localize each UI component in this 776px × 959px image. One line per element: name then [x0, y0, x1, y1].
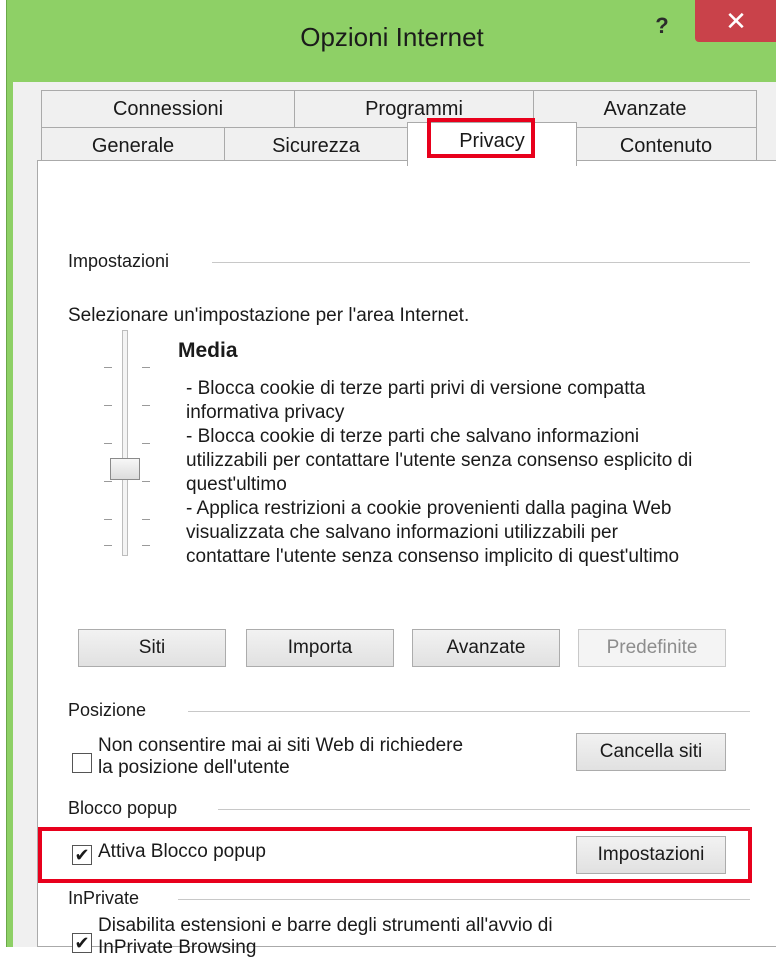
description-line: informativa privacy — [186, 402, 345, 423]
section-divider — [178, 899, 750, 900]
sites-button[interactable]: Siti — [78, 629, 226, 667]
title-bar[interactable]: Opzioni Internet ? ✕ — [7, 0, 776, 82]
settings-section-label: Impostazioni — [68, 251, 170, 272]
slider-tick — [104, 519, 112, 520]
description-line: utilizzabili per contattare l'utente sen… — [186, 450, 693, 471]
close-button[interactable]: ✕ — [695, 0, 776, 42]
default-button[interactable]: Predefinite — [578, 629, 726, 667]
settings-instruction: Selezionare un'impostazione per l'area I… — [68, 305, 470, 326]
description-line: quest'ultimo — [186, 474, 287, 495]
slider-tick — [142, 405, 150, 406]
advanced-button[interactable]: Avanzate — [412, 629, 560, 667]
description-line: contattare l'utente senza consenso impli… — [186, 546, 680, 567]
popup-checkbox[interactable]: ✔ — [72, 845, 92, 865]
slider-tick — [142, 443, 150, 444]
privacy-panel: Impostazioni Selezionare un'impostazione… — [37, 160, 776, 958]
description-line: - Applica restrizioni a cookie provenien… — [186, 498, 672, 519]
popup-section-label: Blocco popup — [68, 798, 178, 819]
location-label-line: la posizione dell'utente — [98, 757, 290, 778]
slider-tick — [142, 545, 150, 546]
section-divider — [188, 711, 750, 712]
location-checkbox-label[interactable]: Non consentire mai ai siti Web di richie… — [98, 735, 463, 779]
popup-checkbox-label[interactable]: Attiva Blocco popup — [98, 841, 266, 863]
description-line: - Blocca cookie di terze parti privi di … — [186, 378, 646, 399]
description-line: visualizzata che salvano informazioni ut… — [186, 522, 618, 543]
tab-privacy[interactable]: Privacy — [407, 122, 577, 166]
section-divider — [218, 809, 750, 810]
inprivate-checkbox-label[interactable]: Disabilita estensioni e barre degli stru… — [98, 915, 553, 959]
privacy-level-title: Media — [178, 339, 238, 362]
description-line: - Blocca cookie di terze parti che salva… — [186, 426, 640, 447]
location-section-label: Posizione — [68, 700, 147, 721]
slider-tick — [104, 405, 112, 406]
slider-tick — [142, 519, 150, 520]
inprivate-label-line: Disabilita estensioni e barre degli stru… — [98, 915, 553, 936]
slider-tick — [104, 443, 112, 444]
inprivate-section-label: InPrivate — [68, 888, 140, 909]
privacy-slider-thumb[interactable] — [110, 458, 140, 480]
location-label-line: Non consentire mai ai siti Web di richie… — [98, 735, 464, 756]
inprivate-label-line: InPrivate Browsing — [98, 937, 257, 958]
location-checkbox[interactable] — [72, 753, 92, 773]
internet-options-window: Opzioni Internet ? ✕ Connessioni Program… — [6, 0, 776, 958]
tab-connessioni[interactable]: Connessioni — [41, 90, 295, 128]
checkmark-icon: ✔ — [74, 933, 90, 953]
import-button[interactable]: Importa — [246, 629, 394, 667]
slider-tick — [142, 481, 150, 482]
dialog-client-area: Connessioni Programmi Avanzate Generale … — [13, 82, 776, 958]
slider-tick — [104, 545, 112, 546]
section-divider — [212, 262, 750, 263]
close-icon[interactable]: ✕ — [725, 6, 747, 36]
popup-settings-button[interactable]: Impostazioni — [576, 836, 726, 874]
privacy-slider-track[interactable] — [122, 330, 128, 556]
slider-tick — [142, 367, 150, 368]
slider-tick — [104, 481, 112, 482]
slider-tick — [104, 367, 112, 368]
inprivate-checkbox[interactable]: ✔ — [72, 933, 92, 953]
help-button[interactable]: ? — [639, 6, 685, 46]
clear-sites-button[interactable]: Cancella siti — [576, 733, 726, 771]
checkmark-icon: ✔ — [74, 845, 90, 865]
privacy-level-description: - Blocca cookie di terze parti privi di … — [186, 377, 746, 569]
